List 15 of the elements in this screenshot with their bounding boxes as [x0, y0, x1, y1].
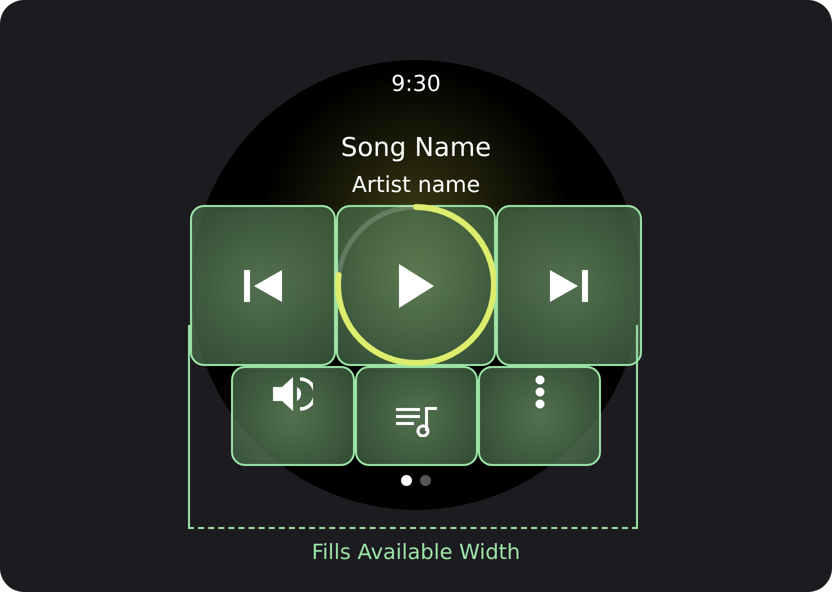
- volume-icon: [273, 374, 313, 414]
- song-title: Song Name: [340, 132, 492, 165]
- play-icon: [398, 264, 434, 308]
- previous-button[interactable]: [190, 205, 336, 366]
- skip-previous-icon: [244, 270, 282, 302]
- more-button[interactable]: [478, 366, 601, 466]
- queue-button[interactable]: [355, 366, 478, 466]
- queue-music-icon: [396, 405, 438, 437]
- artist-name: Artist name: [352, 172, 480, 200]
- volume-button[interactable]: [231, 366, 355, 466]
- next-button[interactable]: [496, 205, 642, 366]
- annotation-label: Fills Available Width: [310, 539, 522, 566]
- more-vertical-icon: [534, 374, 546, 410]
- skip-next-icon: [550, 270, 588, 302]
- time-text: 9:30: [391, 72, 441, 98]
